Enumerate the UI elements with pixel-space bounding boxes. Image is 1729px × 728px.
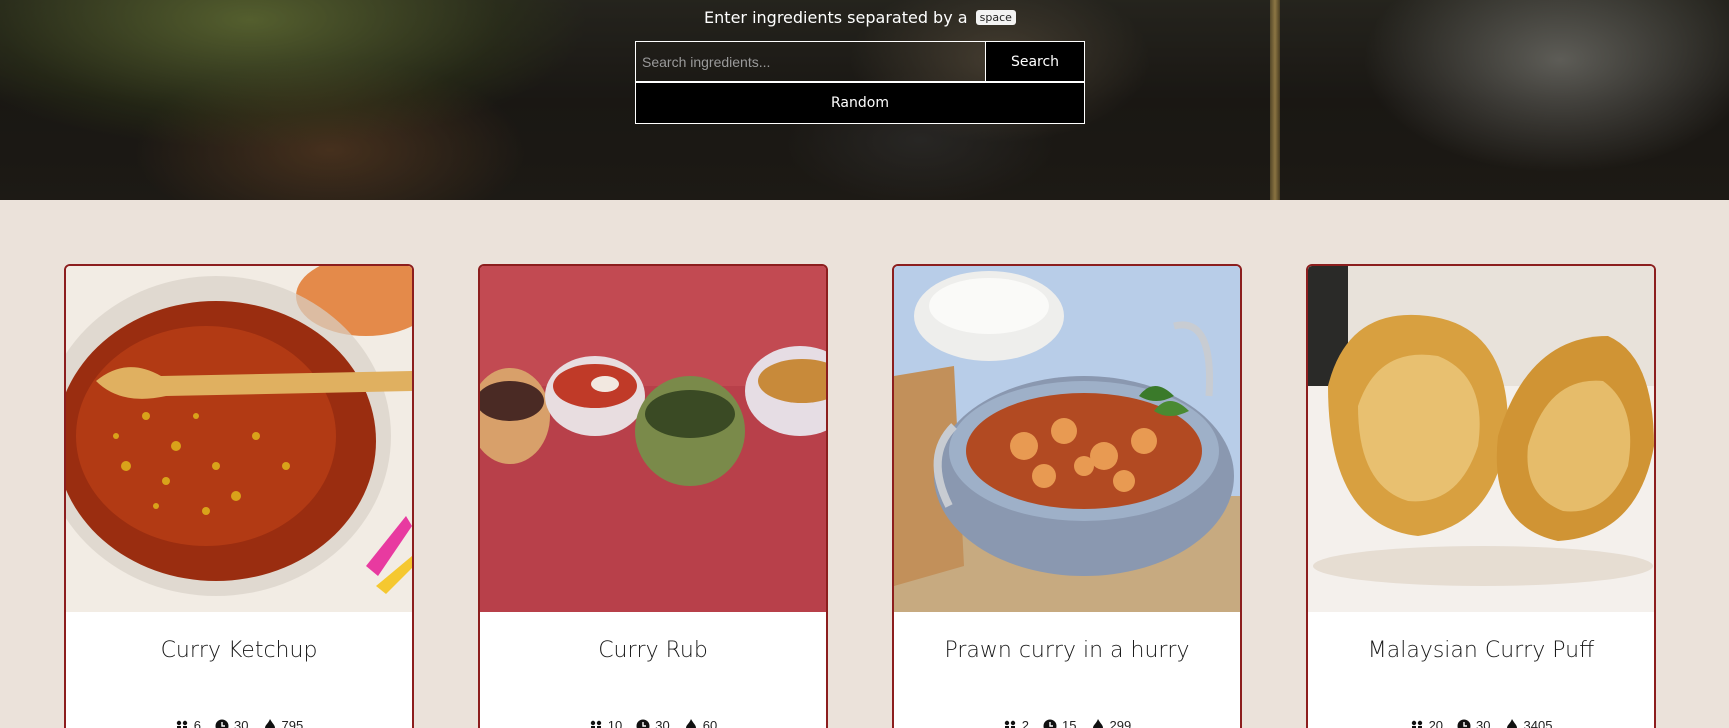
prep-time: 15 — [1043, 718, 1077, 728]
servings: 6 — [175, 718, 201, 728]
recipe-image[interactable] — [66, 266, 412, 612]
recipe-card[interactable]: Curry Rub 10 30 60 — [478, 264, 828, 728]
search-input[interactable] — [635, 41, 985, 82]
hero-banner: Enter ingredients separated by a space S… — [0, 0, 1729, 200]
calories: 3405 — [1505, 718, 1553, 728]
people-icon — [1004, 720, 1015, 728]
recipe-title[interactable]: Prawn curry in a hurry — [894, 638, 1240, 663]
clock-icon — [1043, 719, 1057, 728]
time-value: 30 — [234, 718, 249, 728]
recipe-meta: 20 30 3405 — [1308, 718, 1654, 728]
space-key-badge: space — [975, 10, 1016, 25]
flame-icon — [1506, 718, 1517, 728]
servings: 20 — [1410, 718, 1443, 728]
search-row: Search — [635, 41, 1085, 82]
people-icon — [176, 720, 187, 728]
flame-icon — [264, 718, 275, 728]
flame-icon — [1092, 718, 1103, 728]
recipe-title[interactable]: Curry Ketchup — [66, 638, 412, 663]
search-hint-text: Enter ingredients separated by a — [704, 8, 968, 27]
calories: 299 — [1091, 718, 1132, 728]
flame-icon — [685, 718, 696, 728]
calories: 795 — [263, 718, 304, 728]
recipe-title[interactable]: Curry Rub — [480, 638, 826, 663]
people-icon — [1411, 720, 1422, 728]
servings: 10 — [589, 718, 622, 728]
calories-value: 60 — [702, 718, 718, 728]
people-icon — [590, 720, 601, 728]
servings-value: 6 — [193, 718, 202, 728]
clock-icon — [636, 719, 650, 728]
decorative-pillar — [1270, 0, 1280, 200]
time-value: 30 — [655, 718, 670, 728]
calories-value: 299 — [1109, 718, 1132, 728]
servings: 2 — [1003, 718, 1029, 728]
search-button[interactable]: Search — [985, 41, 1085, 82]
time-value: 30 — [1476, 718, 1491, 728]
time-value: 15 — [1062, 718, 1077, 728]
random-button[interactable]: Random — [635, 82, 1085, 124]
prep-time: 30 — [636, 718, 670, 728]
servings-value: 2 — [1021, 718, 1030, 728]
calories-value: 795 — [281, 718, 304, 728]
servings-value: 10 — [607, 718, 623, 728]
recipe-meta: 10 30 60 — [480, 718, 826, 728]
clock-icon — [215, 719, 229, 728]
clock-icon — [1457, 719, 1471, 728]
calories-value: 3405 — [1523, 718, 1553, 728]
recipe-meta: 2 15 299 — [894, 718, 1240, 728]
recipe-image[interactable] — [894, 266, 1240, 612]
servings-value: 20 — [1428, 718, 1444, 728]
recipe-card[interactable]: Prawn curry in a hurry 2 15 299 — [892, 264, 1242, 728]
calories: 60 — [684, 718, 717, 728]
recipe-card[interactable]: Curry Ketchup 6 30 795 — [64, 264, 414, 728]
recipe-card[interactable]: Malaysian Curry Puff 20 30 3405 — [1306, 264, 1656, 728]
recipe-meta: 6 30 795 — [66, 718, 412, 728]
recipe-title[interactable]: Malaysian Curry Puff — [1308, 638, 1654, 663]
recipe-image[interactable] — [1308, 266, 1654, 612]
prep-time: 30 — [215, 718, 249, 728]
recipe-image[interactable] — [480, 266, 826, 612]
search-hint: Enter ingredients separated by a space — [635, 8, 1085, 27]
prep-time: 30 — [1457, 718, 1491, 728]
